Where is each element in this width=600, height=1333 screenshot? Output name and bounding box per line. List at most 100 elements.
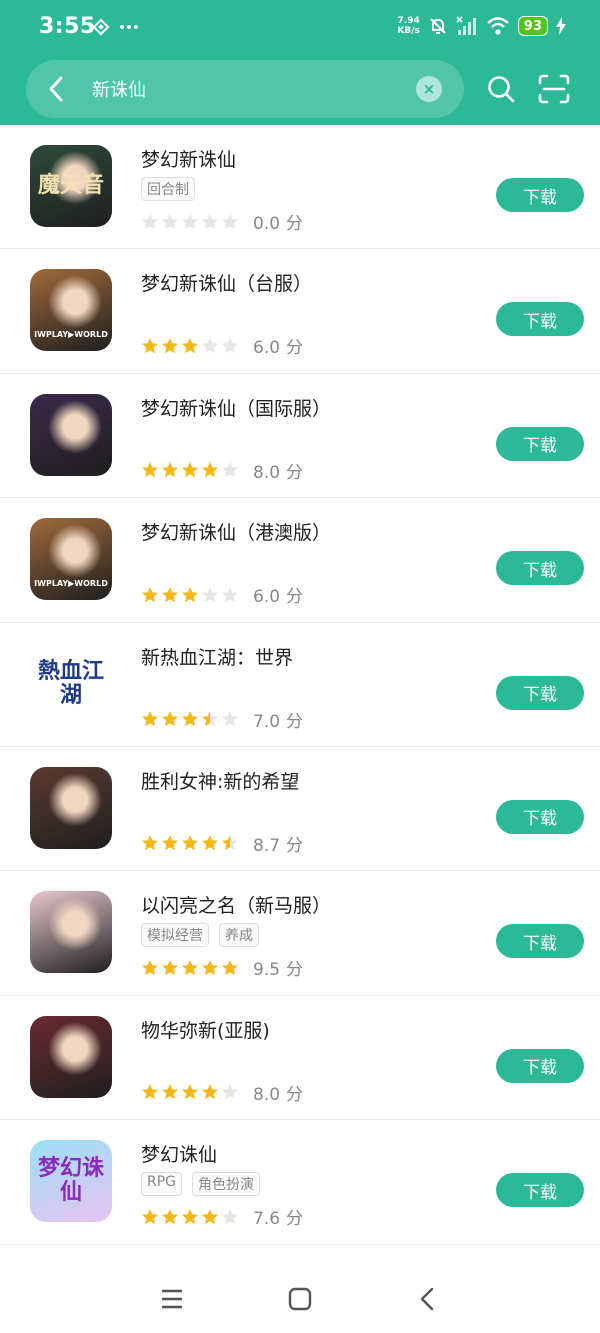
app-row[interactable]: 熱血江湖 新热血江湖：世界 7.0 分 下载	[0, 623, 600, 747]
star-icon	[142, 711, 158, 727]
star-icon	[162, 1084, 178, 1100]
app-row[interactable]: 胜利女神:新的希望 8.7 分 下载	[0, 747, 600, 872]
app-icon[interactable]	[30, 393, 112, 476]
app-icon-text: 熱血江湖	[37, 658, 104, 708]
app-name[interactable]: 新热血江湖：世界	[141, 643, 293, 670]
star-rating	[141, 1208, 239, 1226]
app-rating: 8.0 分	[141, 458, 303, 483]
download-button[interactable]: 下载	[496, 426, 584, 461]
app-name[interactable]: 梦幻诛仙	[141, 1140, 217, 1167]
star-rating	[141, 834, 239, 852]
app-icon[interactable]: 熱血江湖	[30, 642, 112, 725]
app-rating: 6.0 分	[141, 582, 303, 607]
star-icon	[202, 213, 218, 229]
star-icon	[222, 586, 238, 602]
app-score: 6.0 分	[253, 582, 303, 607]
star-icon	[142, 959, 158, 976]
star-icon	[142, 835, 158, 851]
download-button[interactable]: 下载	[496, 551, 584, 586]
score-unit: 分	[286, 1084, 304, 1105]
star-icon	[182, 213, 198, 229]
download-button[interactable]: 下载	[496, 302, 584, 337]
header-bar: 3:55 7.94 KB/s 93 ×	[0, 0, 600, 125]
app-icon[interactable]	[30, 891, 112, 974]
star-icon	[142, 1208, 158, 1224]
app-rating: 9.5 分	[141, 955, 303, 980]
star-icon	[162, 711, 178, 727]
app-row[interactable]: IWPLAY▶WORLD 梦幻新诛仙（港澳版） 6.0 分 下载	[0, 498, 600, 623]
app-name[interactable]: 梦幻新诛仙（国际服）	[141, 394, 331, 421]
status-time: 3:55	[39, 14, 96, 39]
battery-level: 93	[517, 16, 548, 36]
download-button[interactable]: 下载	[496, 799, 584, 834]
score-value: 8.7	[253, 835, 281, 856]
app-rating: 7.0 分	[141, 707, 303, 732]
score-value: 6.0	[253, 338, 281, 359]
app-name[interactable]: 梦幻新诛仙（港澳版）	[141, 518, 331, 545]
app-icon[interactable]	[30, 766, 112, 849]
app-rating: 8.0 分	[141, 1080, 303, 1105]
app-score: 0.0 分	[253, 209, 303, 234]
app-name[interactable]: 梦幻新诛仙	[141, 145, 236, 172]
search-icon[interactable]	[486, 74, 516, 104]
star-icon	[182, 1208, 198, 1224]
back-arrow-icon[interactable]	[42, 74, 72, 104]
score-unit: 分	[286, 462, 304, 483]
app-score: 8.7 分	[253, 831, 303, 856]
app-name[interactable]: 以闪亮之名（新马服）	[141, 891, 331, 918]
app-icon[interactable]	[30, 1015, 112, 1098]
app-icon-text: IWPLAY▶WORLD	[34, 330, 108, 340]
system-navigation-bar	[0, 1268, 600, 1333]
star-rating	[141, 1083, 239, 1101]
app-row[interactable]: 梦幻诛仙 梦幻诛仙 RPG 角色扮演 7.6 分下载	[0, 1120, 600, 1245]
clear-search-button[interactable]: ×	[416, 76, 442, 102]
download-button[interactable]: 下载	[496, 178, 584, 212]
download-button[interactable]: 下载	[496, 1048, 584, 1083]
app-name[interactable]: 梦幻新诛仙（台服）	[141, 269, 312, 296]
app-tag: 角色扮演	[192, 1172, 261, 1197]
app-score: 8.0 分	[253, 458, 303, 483]
app-icon[interactable]: 魔天音	[30, 145, 112, 227]
app-tag: 养成	[219, 923, 259, 948]
app-row[interactable]: 梦幻新诛仙（国际服） 8.0 分 下载	[0, 374, 600, 499]
download-button[interactable]: 下载	[496, 1173, 584, 1208]
vpn-diamond-icon	[92, 18, 110, 36]
star-rating	[141, 337, 239, 355]
score-value: 6.0	[253, 587, 281, 608]
star-icon	[222, 959, 238, 976]
star-icon	[142, 337, 158, 354]
star-rating	[141, 959, 239, 977]
app-icon[interactable]: IWPLAY▶WORLD	[30, 518, 112, 601]
star-icon	[222, 337, 238, 354]
search-input[interactable]	[92, 74, 392, 104]
app-name[interactable]: 物华弥新(亚服)	[141, 1016, 270, 1043]
download-button[interactable]: 下载	[496, 924, 584, 959]
star-icon	[162, 586, 178, 602]
star-icon	[222, 1208, 238, 1224]
star-icon	[222, 711, 238, 727]
app-icon[interactable]: IWPLAY▶WORLD	[30, 269, 112, 352]
net-speed: 7.94 KB/s	[397, 16, 419, 36]
app-rating: 7.6 分	[141, 1204, 303, 1229]
scan-icon[interactable]	[538, 74, 570, 104]
star-icon	[202, 959, 218, 976]
score-value: 8.0	[253, 462, 281, 483]
star-icon	[182, 1084, 198, 1100]
search-results-list: 魔天音 梦幻新诛仙 回合制 0.0 分下载 IWPLAY▶WORLD 梦幻新诛仙（台服） 6.…	[0, 125, 600, 1245]
score-unit: 分	[286, 338, 304, 359]
star-icon	[222, 213, 238, 229]
star-rating	[141, 461, 239, 479]
app-row[interactable]: 物华弥新(亚服) 8.0 分 下载	[0, 996, 600, 1121]
app-icon-text: 魔天音	[37, 173, 104, 198]
download-button[interactable]: 下载	[496, 675, 584, 710]
app-icon[interactable]: 梦幻诛仙	[30, 1140, 112, 1223]
menu-icon[interactable]	[157, 1284, 187, 1314]
app-score: 7.0 分	[253, 707, 303, 732]
back-nav-icon[interactable]	[413, 1284, 443, 1314]
app-name[interactable]: 胜利女神:新的希望	[141, 767, 299, 794]
app-row[interactable]: IWPLAY▶WORLD 梦幻新诛仙（台服） 6.0 分 下载	[0, 249, 600, 374]
app-rating: 6.0 分	[141, 333, 303, 358]
app-row[interactable]: 魔天音 梦幻新诛仙 回合制 0.0 分 下载	[0, 125, 600, 250]
home-icon[interactable]	[285, 1284, 315, 1314]
app-row[interactable]: 以闪亮之名（新马服） 模拟经营 养成 9.5 分 下载	[0, 871, 600, 996]
